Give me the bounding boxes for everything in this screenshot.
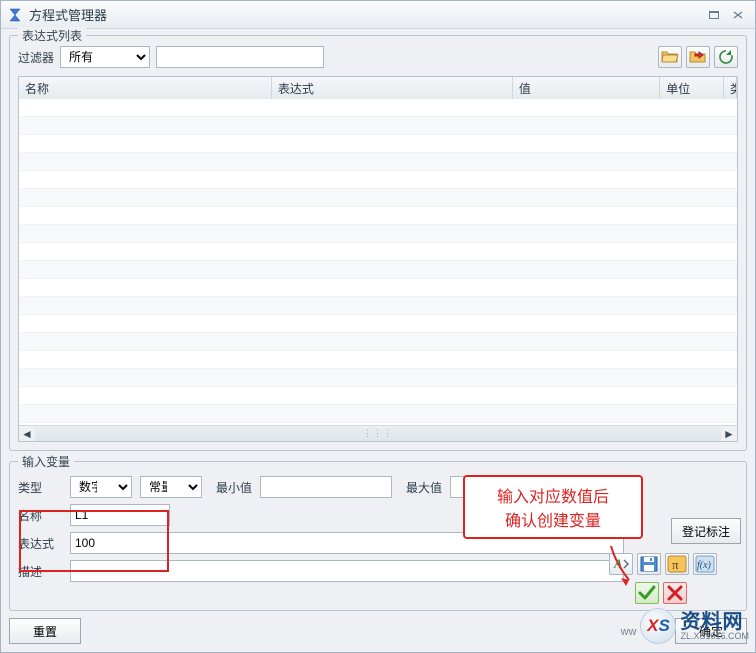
filter-select[interactable]: 所有 bbox=[60, 46, 150, 68]
function-fx-icon[interactable]: f(x) bbox=[693, 553, 717, 575]
column-unit[interactable]: 单位 bbox=[660, 77, 724, 99]
name-label: 名称 bbox=[18, 507, 62, 524]
min-input[interactable] bbox=[260, 476, 392, 498]
expression-list-legend: 表达式列表 bbox=[18, 27, 86, 44]
type-label: 类型 bbox=[18, 479, 62, 496]
refresh-icon[interactable] bbox=[714, 46, 738, 68]
annotation-arrow-icon bbox=[605, 546, 635, 588]
column-type[interactable]: 类 bbox=[724, 77, 737, 99]
name-input[interactable] bbox=[70, 504, 170, 526]
input-variable-legend: 输入变量 bbox=[18, 453, 74, 470]
title-bar: 方程式管理器 bbox=[1, 1, 755, 29]
description-input[interactable] bbox=[70, 560, 624, 582]
watermark-logo-icon: XS bbox=[640, 608, 676, 644]
filter-label: 过滤器 bbox=[18, 49, 54, 66]
folder-arrow-icon[interactable] bbox=[686, 46, 710, 68]
min-label: 最小值 bbox=[216, 479, 252, 496]
max-label: 最大值 bbox=[406, 479, 442, 496]
folder-open-icon[interactable] bbox=[658, 46, 682, 68]
register-annotation-button[interactable]: 登记标注 bbox=[671, 518, 741, 544]
pi-icon[interactable]: π bbox=[665, 553, 689, 575]
confirm-check-icon[interactable] bbox=[635, 582, 659, 604]
maximize-button[interactable] bbox=[703, 7, 725, 23]
filter-input[interactable] bbox=[156, 46, 324, 68]
reset-button[interactable]: 重置 bbox=[9, 618, 81, 644]
expression-table: 名称 表达式 值 单位 类 ◄ ⋮⋮⋮ bbox=[18, 76, 738, 442]
expression-list-group: 表达式列表 过滤器 所有 bbox=[9, 35, 747, 451]
watermark: ww XS 资料网 ZL.XS1616.COM bbox=[621, 608, 749, 644]
svg-text:π: π bbox=[672, 557, 679, 572]
svg-text:f(x): f(x) bbox=[697, 560, 712, 571]
annotation-callout: 输入对应数值后 确认创建变量 bbox=[463, 475, 643, 539]
close-button[interactable] bbox=[727, 7, 749, 23]
kind-select[interactable]: 常量 bbox=[140, 476, 202, 498]
column-name[interactable]: 名称 bbox=[19, 77, 272, 99]
table-body[interactable] bbox=[19, 99, 737, 425]
type-select[interactable]: 数字 bbox=[70, 476, 132, 498]
expression-label: 表达式 bbox=[18, 535, 62, 552]
horizontal-scrollbar[interactable]: ◄ ⋮⋮⋮ ► bbox=[19, 425, 737, 441]
column-expression[interactable]: 表达式 bbox=[272, 77, 513, 99]
window-title: 方程式管理器 bbox=[29, 5, 107, 24]
column-value[interactable]: 值 bbox=[513, 77, 660, 99]
scroll-right-icon[interactable]: ► bbox=[721, 427, 737, 441]
cancel-x-icon[interactable] bbox=[663, 582, 687, 604]
app-icon bbox=[7, 7, 23, 23]
scroll-left-icon[interactable]: ◄ bbox=[19, 427, 35, 441]
description-label: 描述 bbox=[18, 563, 62, 580]
save-disk-icon[interactable] bbox=[637, 553, 661, 575]
